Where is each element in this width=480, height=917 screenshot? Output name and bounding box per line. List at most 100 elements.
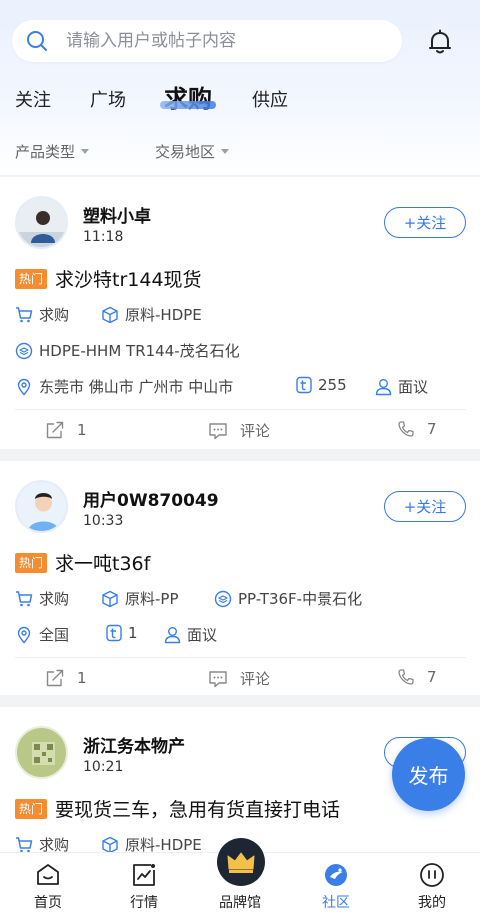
avatar[interactable] [15,726,68,779]
ton-icon [106,624,122,642]
person-icon [164,626,181,643]
region-text: 全国 [39,626,70,644]
filter-label: 产品类型 [15,143,76,161]
call-action[interactable]: 7 [397,420,437,438]
tab-follow[interactable]: 关注 [15,86,51,112]
divider [15,409,466,410]
phone-icon [398,421,414,437]
spec-text: PP-T36F-中景石化 [238,590,363,608]
hot-badge: 热门 [15,268,48,289]
divider [15,657,466,658]
post-title-row: 热门 求一吨t36f [15,549,150,576]
post-category: 原料-PP [101,588,179,609]
nav-community[interactable]: 社区 [288,853,384,917]
post-title: 要现货三车，急用有货直接打电话 [55,799,341,821]
post-time: 10:21 [83,759,124,775]
price-text: 面议 [187,626,218,644]
follow-button[interactable]: +关注 [384,491,466,522]
avatar[interactable] [15,196,68,249]
post-type: 求购 [15,304,69,325]
call-action[interactable]: 7 [397,668,437,686]
quantity-text: 255 [318,376,347,394]
profile-icon [420,863,444,887]
category-text: 原料-PP [125,590,179,608]
call-count: 7 [427,420,437,438]
category-tabs: 关注 广场 求购 供应 [0,76,480,126]
search-input[interactable] [66,31,366,51]
nav-label: 首页 [34,895,62,911]
comment-label: 评论 [240,422,271,440]
spec-text: HDPE-HHM TR144-茂名石化 [39,342,240,360]
post-category: 原料-HDPE [101,304,202,325]
cube-icon [102,836,118,853]
post-time: 11:18 [83,229,124,245]
comment-icon [209,670,227,687]
location-icon [17,378,31,396]
call-count: 7 [427,668,437,686]
post-price: 面议 [375,376,428,397]
tab-supply[interactable]: 供应 [252,86,288,112]
brand-crown-button[interactable] [217,838,265,886]
layers-icon [214,590,232,607]
active-tab-indicator [160,101,216,109]
share-count: 1 [77,421,87,439]
share-action[interactable]: 1 [45,420,87,440]
filter-product-type[interactable]: 产品类型 [15,141,90,162]
person-icon [375,378,392,395]
region-text: 东莞市 佛山市 广州市 中山市 [39,378,234,396]
nav-home[interactable]: 首页 [0,853,96,917]
category-text: 原料-HDPE [125,306,202,324]
type-text: 求购 [39,306,70,324]
caret-down-icon [81,149,90,154]
post-title-row: 热门 要现货三车，急用有货直接打电话 [15,795,340,822]
post-title-row: 热门 求沙特tr144现货 [15,265,202,292]
nav-market[interactable]: 行情 [96,853,192,917]
nav-label: 行情 [130,895,158,911]
layers-icon [15,342,33,359]
filter-region[interactable]: 交易地区 [155,141,230,162]
quantity-text: 1 [128,624,138,642]
post-region: 全国 [15,624,69,645]
share-count: 1 [77,669,87,687]
tab-square[interactable]: 广场 [90,86,126,112]
post-type: 求购 [15,588,69,609]
comment-icon [209,422,227,439]
post-spec: HDPE-HHM TR144-茂名石化 [15,340,240,361]
cube-icon [102,590,118,607]
share-action[interactable]: 1 [45,668,87,688]
bell-icon[interactable] [426,28,454,56]
filter-bar: 产品类型 交易地区 [0,141,480,163]
post-price: 面议 [164,624,217,645]
filter-label: 交易地区 [155,143,216,161]
community-icon [325,864,347,886]
follow-button[interactable]: +关注 [384,207,466,238]
nav-label: 品牌馆 [219,895,261,911]
type-text: 求购 [39,590,70,608]
publish-button[interactable]: 发布 [392,738,465,811]
location-icon [17,626,31,644]
cart-icon [16,836,33,852]
username[interactable]: 用户0W870049 [83,486,219,511]
avatar[interactable] [15,480,68,533]
post-card[interactable]: 塑料小卓 11:18 +关注 热门 求沙特tr144现货 求购 原料-HDPE … [0,177,480,449]
post-region: 东莞市 佛山市 广州市 中山市 [15,376,233,397]
search-bar[interactable] [12,20,402,62]
hot-badge: 热门 [15,552,48,573]
cube-icon [102,306,118,323]
search-icon [27,31,47,51]
home-icon [37,864,59,885]
comment-action[interactable]: 评论 [208,420,270,441]
cart-icon [16,306,33,322]
post-quantity: 255 [296,376,347,394]
comment-action[interactable]: 评论 [208,668,270,689]
post-title: 求沙特tr144现货 [55,269,202,291]
post-title: 求一吨t36f [55,553,151,575]
username[interactable]: 浙江务本物产 [83,732,185,757]
nav-mine[interactable]: 我的 [384,853,480,917]
username[interactable]: 塑料小卓 [83,202,151,227]
post-quantity: 1 [106,624,138,642]
trend-chart-icon [133,864,155,886]
post-card[interactable]: 用户0W870049 10:33 +关注 热门 求一吨t36f 求购 原料-PP… [0,461,480,695]
price-text: 面议 [398,378,429,396]
crown-icon [227,852,255,873]
